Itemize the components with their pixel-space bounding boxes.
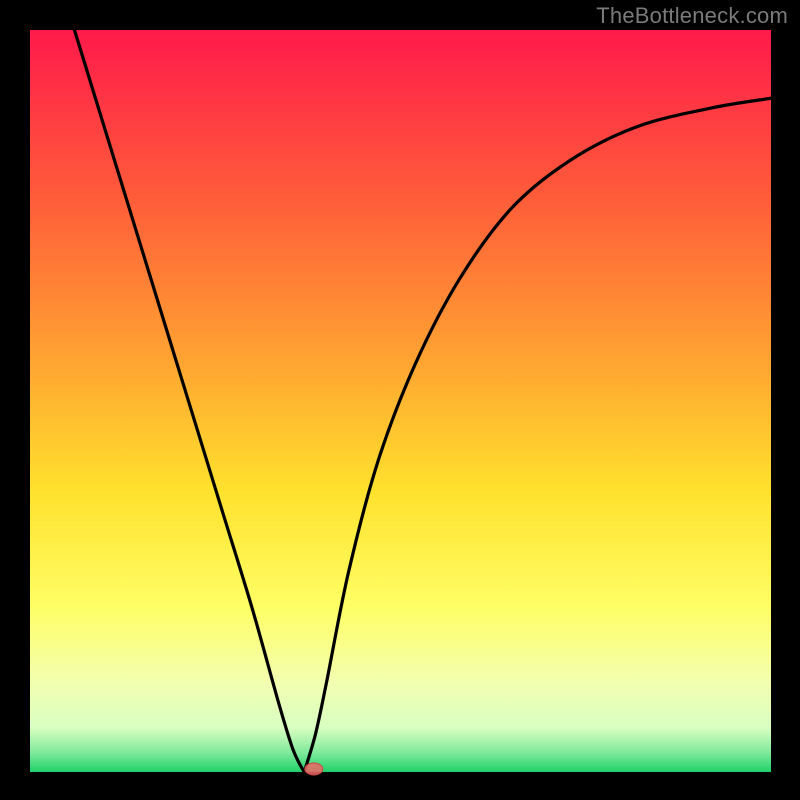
min-marker xyxy=(305,763,323,775)
bottleneck-chart: TheBottleneck.com xyxy=(0,0,800,800)
chart-svg xyxy=(0,0,800,800)
attribution-label: TheBottleneck.com xyxy=(596,3,788,29)
